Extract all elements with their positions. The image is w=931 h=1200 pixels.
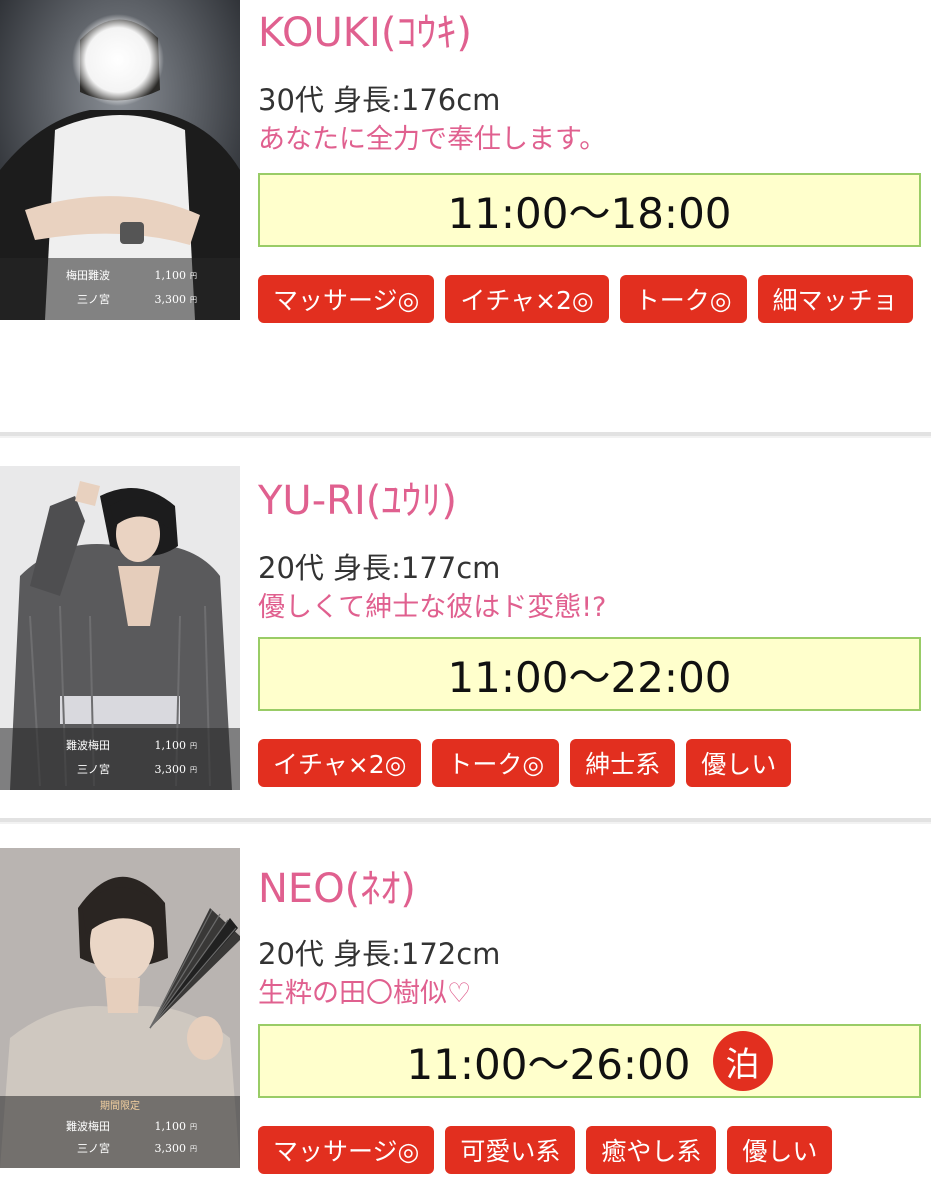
tag-badge: マッサージ◎ — [258, 275, 435, 323]
price-area: 三ノ宮 — [77, 1142, 110, 1155]
price-box: 梅田難波 1,100 円 三ノ宮 3,300 円 — [0, 258, 240, 320]
cast-catchphrase: 生粋の田〇樹似♡ — [258, 978, 472, 1009]
card-divider — [0, 818, 931, 824]
cast-catchphrase: 優しくて紳士な彼はド変態!? — [258, 592, 607, 623]
price-value: 1,100 — [154, 1120, 187, 1133]
cast-info: KOUKI(ｺｳｷ) 30代 身長:176cm あなたに全力で奉仕します。 11… — [258, 0, 923, 323]
schedule-box: 11:00〜18:00 — [258, 173, 921, 247]
tag-badge: 紳士系 — [570, 739, 676, 787]
cast-photo[interactable]: 難波梅田 1,100 円 三ノ宮 3,300 円 — [0, 466, 240, 790]
tag-badge: 細マッチョ — [757, 275, 913, 323]
price-box: 難波梅田 1,100 円 三ノ宮 3,300 円 — [0, 728, 240, 790]
cast-photo[interactable]: 期間限定 難波梅田 1,100 円 三ノ宮 3,300 円 — [0, 848, 240, 1168]
price-area: 難波梅田 — [66, 1120, 110, 1133]
price-unit: 円 — [190, 296, 197, 304]
tag-list: マッサージ◎ イチャ×2◎ トーク◎ 細マッチョ — [258, 275, 923, 323]
tag-badge: イチャ×2◎ — [258, 739, 422, 787]
schedule-time: 11:00〜22:00 — [447, 652, 732, 702]
tag-badge: トーク◎ — [432, 739, 560, 787]
price-value: 1,100 — [154, 269, 187, 282]
tag-badge: マッサージ◎ — [258, 1126, 435, 1174]
cast-photo[interactable]: 梅田難波 1,100 円 三ノ宮 3,300 円 — [0, 0, 240, 320]
overnight-badge: 泊 — [712, 1031, 773, 1091]
price-value: 1,100 — [154, 739, 187, 752]
cast-name[interactable]: NEO(ﾈｵ) — [258, 864, 923, 914]
price-value: 3,300 — [154, 293, 187, 306]
tag-list: マッサージ◎ 可愛い系 癒やし系 優しい — [258, 1126, 923, 1174]
cast-info: NEO(ﾈｵ) 20代 身長:172cm 生粋の田〇樹似♡ 11:00〜26:0… — [258, 848, 923, 1174]
schedule-time: 11:00〜26:00 — [406, 1039, 691, 1089]
price-value: 3,300 — [154, 763, 187, 776]
cast-catchphrase: あなたに全力で奉仕します。 — [258, 124, 607, 155]
tag-badge: イチャ×2◎ — [445, 275, 609, 323]
tag-badge: トーク◎ — [619, 275, 747, 323]
price-value: 3,300 — [154, 1142, 187, 1155]
cast-spec: 20代 身長:172cm — [258, 937, 501, 971]
cast-name[interactable]: KOUKI(ｺｳｷ) — [258, 8, 923, 58]
price-unit: 円 — [190, 272, 197, 280]
price-unit: 円 — [190, 1123, 197, 1131]
cast-spec: 20代 身長:177cm — [258, 551, 501, 585]
card-divider — [0, 432, 931, 438]
cast-name[interactable]: YU-RI(ﾕｳﾘ) — [258, 476, 923, 526]
cast-info: YU-RI(ﾕｳﾘ) 20代 身長:177cm 優しくて紳士な彼はド変態!? 1… — [258, 466, 923, 787]
price-box: 期間限定 難波梅田 1,100 円 三ノ宮 3,300 円 — [0, 1096, 240, 1168]
tag-badge: 優しい — [727, 1126, 833, 1174]
price-unit: 円 — [190, 742, 197, 750]
schedule-box: 11:00〜26:00 泊 — [258, 1024, 921, 1098]
tag-badge: 優しい — [686, 739, 792, 787]
schedule-box: 11:00〜22:00 — [258, 637, 921, 711]
price-area: 難波梅田 — [66, 739, 110, 752]
limited-period-label: 期間限定 — [100, 1101, 140, 1112]
tag-badge: 癒やし系 — [586, 1126, 717, 1174]
price-unit: 円 — [190, 1145, 197, 1153]
tag-badge: 可愛い系 — [445, 1126, 576, 1174]
tag-list: イチャ×2◎ トーク◎ 紳士系 優しい — [258, 739, 923, 787]
price-area: 梅田難波 — [66, 269, 110, 282]
price-area: 三ノ宮 — [77, 293, 110, 306]
price-area: 三ノ宮 — [77, 763, 110, 776]
cast-spec: 30代 身長:176cm — [258, 83, 501, 117]
schedule-time: 11:00〜18:00 — [447, 188, 732, 238]
price-unit: 円 — [190, 766, 197, 774]
